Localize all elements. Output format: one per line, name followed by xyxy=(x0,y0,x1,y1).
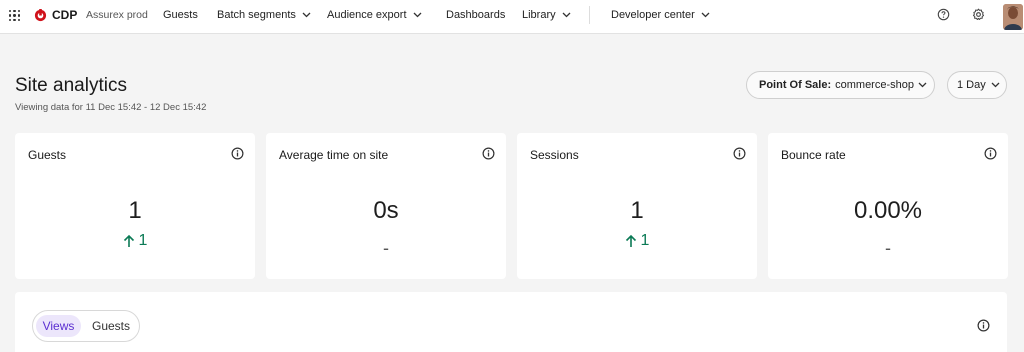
cdp-logo-icon[interactable] xyxy=(34,7,47,23)
metric-value: 0.00% xyxy=(853,197,923,224)
user-avatar[interactable] xyxy=(1003,4,1023,30)
nav-audience-export-label: Audience export xyxy=(327,9,407,21)
arrow-up-icon xyxy=(123,234,134,247)
chevron-down-icon xyxy=(701,12,710,18)
info-icon[interactable] xyxy=(231,147,244,160)
info-icon[interactable] xyxy=(984,147,997,160)
info-icon[interactable] xyxy=(733,147,746,160)
metric-delta: 1 xyxy=(517,232,757,250)
metric-card-average-time-on-site: Average time on site 0s - xyxy=(266,133,506,279)
apps-grid-icon[interactable] xyxy=(9,10,20,21)
info-icon[interactable] xyxy=(482,147,495,160)
metric-card-title: Bounce rate xyxy=(781,148,846,162)
nav-batch-segments[interactable]: Batch segments xyxy=(217,9,311,21)
metric-card-title: Sessions xyxy=(530,148,579,162)
info-icon[interactable] xyxy=(977,319,990,332)
metric-card-sessions: Sessions 1 1 xyxy=(517,133,757,279)
metric-delta-value: - xyxy=(885,238,891,258)
chevron-down-icon xyxy=(918,82,927,88)
metric-value: 1 xyxy=(128,197,142,224)
chevron-down-icon xyxy=(302,12,311,18)
nav-guests[interactable]: Guests xyxy=(163,9,198,21)
metric-value: 0s xyxy=(373,197,399,224)
nav-divider xyxy=(589,6,590,24)
point-of-sale-dropdown[interactable]: Point Of Sale: commerce-shop xyxy=(746,71,935,99)
nav-library-label: Library xyxy=(522,9,556,21)
point-of-sale-label: Point Of Sale: xyxy=(759,79,832,91)
chevron-down-icon xyxy=(991,82,1000,88)
top-navigation-bar: CDP Assurex prod Guests Batch segments A… xyxy=(0,0,1024,34)
settings-gear-icon[interactable] xyxy=(972,8,985,21)
metric-delta-value: - xyxy=(383,238,389,258)
metric-card-title: Average time on site xyxy=(279,148,389,162)
chevron-down-icon xyxy=(413,12,421,18)
metric-card-bounce-rate: Bounce rate 0.00% - xyxy=(768,133,1008,279)
arrow-up-icon xyxy=(625,234,636,247)
metric-delta-value: 1 xyxy=(138,232,148,249)
page-title: Site analytics xyxy=(15,75,127,96)
metric-delta: 1 xyxy=(15,232,255,250)
tenant-name: Assurex prod xyxy=(86,9,148,21)
brand-name: CDP xyxy=(52,8,78,22)
nav-batch-segments-label: Batch segments xyxy=(217,9,296,21)
chart-panel: Views Guests xyxy=(15,292,1007,352)
nav-guests-label: Guests xyxy=(163,9,198,21)
nav-library[interactable]: Library xyxy=(522,9,571,21)
metric-card-title: Guests xyxy=(28,148,67,162)
chevron-down-icon xyxy=(562,12,571,18)
metric-value: 1 xyxy=(630,197,644,224)
time-range-value: 1 Day xyxy=(957,79,986,91)
nav-dashboards-label: Dashboards xyxy=(446,9,506,21)
date-range-subtitle: Viewing data for 11 Dec 15:42 - 12 Dec 1… xyxy=(15,102,207,113)
nav-audience-export[interactable]: Audience export xyxy=(327,9,422,21)
nav-dashboards[interactable]: Dashboards xyxy=(446,9,505,21)
point-of-sale-value: commerce-shop xyxy=(835,79,914,91)
metric-card-guests: Guests 1 1 xyxy=(15,133,255,279)
time-range-dropdown[interactable]: 1 Day xyxy=(947,71,1007,99)
nav-developer-center-label: Developer center xyxy=(611,9,695,21)
views-guests-toggle: Views Guests xyxy=(32,310,140,342)
metric-delta-value: 1 xyxy=(640,232,650,249)
nav-developer-center[interactable]: Developer center xyxy=(611,9,710,21)
help-icon[interactable] xyxy=(937,8,950,21)
tab-views[interactable]: Views xyxy=(36,315,81,337)
tab-guests[interactable]: Guests xyxy=(85,315,137,337)
